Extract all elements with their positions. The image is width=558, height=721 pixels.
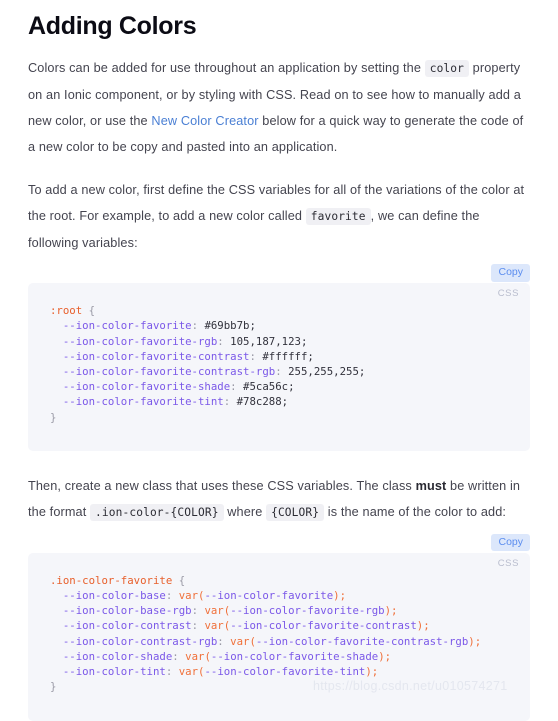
paren-close: ); xyxy=(378,649,392,663)
colon: : xyxy=(165,665,179,679)
code-block-2: CSS .ion-color-favorite { --ion-color-ba… xyxy=(28,552,530,721)
css-property: --ion-color-favorite xyxy=(50,319,192,333)
css-property: --ion-color-tint xyxy=(50,665,166,679)
colon: : xyxy=(172,649,186,663)
code-content-2[interactable]: .ion-color-favorite { --ion-color-base: … xyxy=(28,562,530,695)
css-var-arg: --ion-color-favorite-rgb xyxy=(230,604,385,618)
code-line: } xyxy=(50,411,56,424)
paren-close: ); xyxy=(365,665,379,679)
code-line: .ion-color-favorite { xyxy=(50,574,185,587)
copy-button-2[interactable]: Copy xyxy=(491,533,530,552)
copy-row-1: Copy xyxy=(28,264,530,283)
colon: : xyxy=(217,334,231,348)
css-property: --ion-color-contrast xyxy=(50,619,192,633)
css-function: var xyxy=(178,665,199,679)
css-selector: .ion-color-favorite xyxy=(50,573,173,587)
paren-close: ); xyxy=(333,589,347,603)
css-function: var xyxy=(204,604,224,618)
css-value: 105,187,123; xyxy=(230,334,308,348)
copy-button-1[interactable]: Copy xyxy=(491,264,530,282)
css-value: #5ca56c; xyxy=(243,380,295,394)
paragraph-classrule: Then, create a new class that uses these… xyxy=(28,473,530,526)
css-var-arg: --ion-color-favorite-contrast xyxy=(230,619,417,633)
classrule-text-part-3: where xyxy=(223,504,267,519)
css-var-arg: --ion-color-favorite-shade xyxy=(210,649,379,663)
css-property: --ion-color-shade xyxy=(50,649,173,663)
code-line: --ion-color-shade: var(--ion-color-favor… xyxy=(50,650,391,663)
code-line: --ion-color-base-rgb: var(--ion-color-fa… xyxy=(50,604,398,617)
css-value: #69bb7b; xyxy=(204,319,256,333)
colon: : xyxy=(191,604,205,618)
code-line: } xyxy=(50,680,56,693)
code-line: --ion-color-contrast-rgb: var(--ion-colo… xyxy=(50,635,481,648)
brace-open: { xyxy=(172,573,186,587)
css-var-arg: --ion-color-favorite-tint xyxy=(204,665,366,679)
paren-close: ); xyxy=(384,604,398,618)
page-title: Adding Colors xyxy=(28,12,197,40)
code-line: --ion-color-base: var(--ion-color-favori… xyxy=(50,589,346,602)
code-line: --ion-color-contrast: var(--ion-color-fa… xyxy=(50,619,430,632)
colon: : xyxy=(249,349,263,363)
code-line: :root { xyxy=(50,304,95,317)
inline-code-color-placeholder: {COLOR} xyxy=(266,503,325,521)
css-property: --ion-color-favorite-tint xyxy=(50,395,224,409)
code-content-1[interactable]: :root { --ion-color-favorite: #69bb7b; -… xyxy=(28,292,530,425)
code-line: --ion-color-favorite-rgb: 105,187,123; xyxy=(50,334,308,348)
css-property: --ion-color-favorite-rgb xyxy=(50,334,218,348)
code-line: --ion-color-favorite-shade: #5ca56c; xyxy=(50,380,295,393)
css-property: --ion-color-contrast-rgb xyxy=(50,634,218,648)
css-value: 255,255,255; xyxy=(288,365,366,379)
inline-code-color: color xyxy=(424,60,470,78)
colon: : xyxy=(230,380,244,394)
css-value: #ffffff; xyxy=(262,349,314,363)
css-property: --ion-color-favorite-shade xyxy=(50,380,231,394)
brace-close: } xyxy=(50,680,57,694)
code-line: --ion-color-favorite-tint: #78c288; xyxy=(50,395,288,408)
colon: : xyxy=(191,619,205,633)
code-block-2-wrapper: Copy CSS .ion-color-favorite { --ion-col… xyxy=(28,533,530,721)
css-property: --ion-color-base-rgb xyxy=(50,604,192,618)
css-property: --ion-color-favorite-contrast-rgb xyxy=(50,365,276,379)
language-tag-2: CSS xyxy=(497,557,519,569)
classrule-text-part-4: is the name of the color to add: xyxy=(324,504,507,519)
paren-close: ); xyxy=(416,619,430,633)
colon: : xyxy=(191,319,205,333)
inline-code-ion-color-pattern: .ion-color-{COLOR} xyxy=(90,503,224,521)
colon: : xyxy=(217,634,231,648)
copy-row-2: Copy xyxy=(28,533,530,553)
css-function: var xyxy=(178,589,199,603)
brace-open: { xyxy=(82,304,96,318)
css-var-arg: --ion-color-favorite xyxy=(204,589,334,603)
classrule-text-part-1: Then, create a new class that uses these… xyxy=(28,478,416,493)
code-line: --ion-color-favorite: #69bb7b; xyxy=(50,319,256,332)
document-page: Adding Colors Colors can be added for us… xyxy=(0,0,558,721)
brace-close: } xyxy=(50,410,57,424)
code-block-1-wrapper: Copy CSS :root { --ion-color-favorite: #… xyxy=(28,264,530,451)
inline-code-favorite: favorite xyxy=(305,208,371,226)
css-function: var xyxy=(204,619,224,633)
code-line: --ion-color-favorite-contrast: #ffffff; xyxy=(50,350,314,363)
code-block-1: CSS :root { --ion-color-favorite: #69bb7… xyxy=(28,283,530,451)
colon: : xyxy=(223,395,237,409)
paragraph-variables: To add a new color, first define the CSS… xyxy=(28,177,530,256)
css-function: var xyxy=(230,634,250,648)
css-var-arg: --ion-color-favorite-contrast-rgb xyxy=(255,634,469,648)
css-property: --ion-color-favorite-contrast xyxy=(50,349,250,363)
colon: : xyxy=(275,365,289,379)
css-value: #78c288; xyxy=(236,395,289,409)
css-property: --ion-color-base xyxy=(50,589,166,603)
code-line: --ion-color-tint: var(--ion-color-favori… xyxy=(50,665,378,678)
css-selector: :root xyxy=(50,304,83,318)
css-function: var xyxy=(185,649,205,663)
intro-text-part-1: Colors can be added for use throughout a… xyxy=(28,61,425,76)
colon: : xyxy=(165,589,179,603)
paragraph-intro: Colors can be added for use throughout a… xyxy=(28,55,530,160)
code-line: --ion-color-favorite-contrast-rgb: 255,2… xyxy=(50,365,365,378)
paren-close: ); xyxy=(468,634,482,648)
new-color-creator-link[interactable]: New Color Creator xyxy=(151,114,258,128)
emphasis-must: must xyxy=(415,478,447,493)
language-tag-1: CSS xyxy=(497,288,519,300)
